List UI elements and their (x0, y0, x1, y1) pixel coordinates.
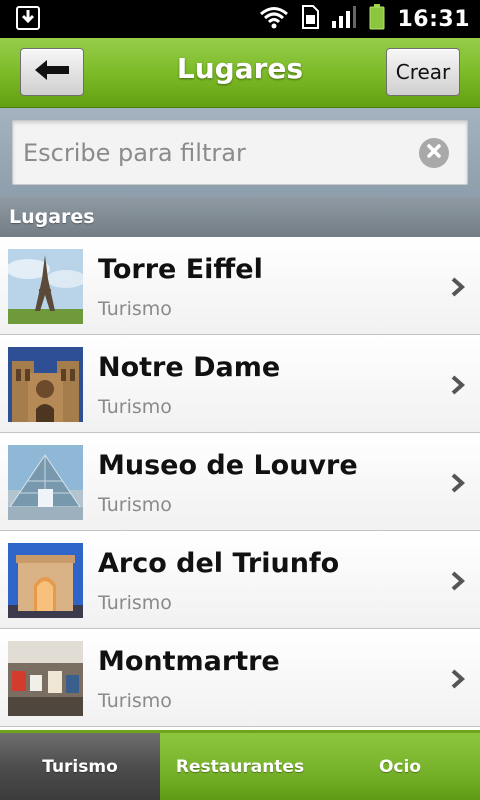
download-icon (16, 6, 40, 30)
list-item[interactable]: Museo de Louvre Turismo (0, 433, 480, 531)
create-button[interactable]: Crear (386, 48, 460, 96)
battery-icon (369, 4, 385, 34)
place-category: Turismo (98, 298, 172, 320)
status-bar: 16:31 (0, 0, 480, 38)
action-bar: Lugares Crear (0, 38, 480, 108)
wifi-icon (259, 5, 289, 33)
list-item[interactable]: Notre Dame Turismo (0, 335, 480, 433)
list-item[interactable]: Montmartre Turismo (0, 629, 480, 727)
search-input[interactable] (23, 121, 413, 184)
clear-search-button[interactable] (419, 138, 449, 168)
place-name: Notre Dame (98, 352, 281, 383)
places-list: Torre Eiffel Turismo Notre Dame Turismo (0, 237, 480, 727)
sim-icon (301, 5, 320, 33)
chevron-right-icon (450, 668, 466, 690)
tab-ocio[interactable]: Ocio (320, 733, 480, 800)
place-category: Turismo (98, 690, 172, 712)
status-time: 16:31 (397, 6, 470, 32)
clear-icon (426, 143, 442, 163)
search-box (12, 120, 468, 185)
chevron-right-icon (450, 374, 466, 396)
montmartre-thumbnail (8, 641, 83, 716)
tab-turismo[interactable]: Turismo (0, 733, 160, 800)
louvre-pyramid-thumbnail (8, 445, 83, 520)
chevron-right-icon (450, 570, 466, 592)
place-name: Torre Eiffel (98, 254, 263, 285)
search-area (0, 108, 480, 197)
list-item[interactable]: Arco del Triunfo Turismo (0, 531, 480, 629)
arc-de-triomphe-thumbnail (8, 543, 83, 618)
chevron-right-icon (450, 276, 466, 298)
place-name: Museo de Louvre (98, 450, 358, 481)
tab-restaurantes[interactable]: Restaurantes (160, 733, 320, 800)
chevron-right-icon (450, 472, 466, 494)
place-category: Turismo (98, 592, 172, 614)
eiffel-tower-thumbnail (8, 249, 83, 324)
notre-dame-thumbnail (8, 347, 83, 422)
section-header: Lugares (0, 197, 480, 237)
place-category: Turismo (98, 494, 172, 516)
place-category: Turismo (98, 396, 172, 418)
list-item[interactable]: Torre Eiffel Turismo (0, 237, 480, 335)
signal-icon (331, 5, 357, 33)
bottom-tab-bar: Turismo Restaurantes Ocio (0, 730, 480, 800)
place-name: Montmartre (98, 646, 280, 677)
place-name: Arco del Triunfo (98, 548, 340, 579)
